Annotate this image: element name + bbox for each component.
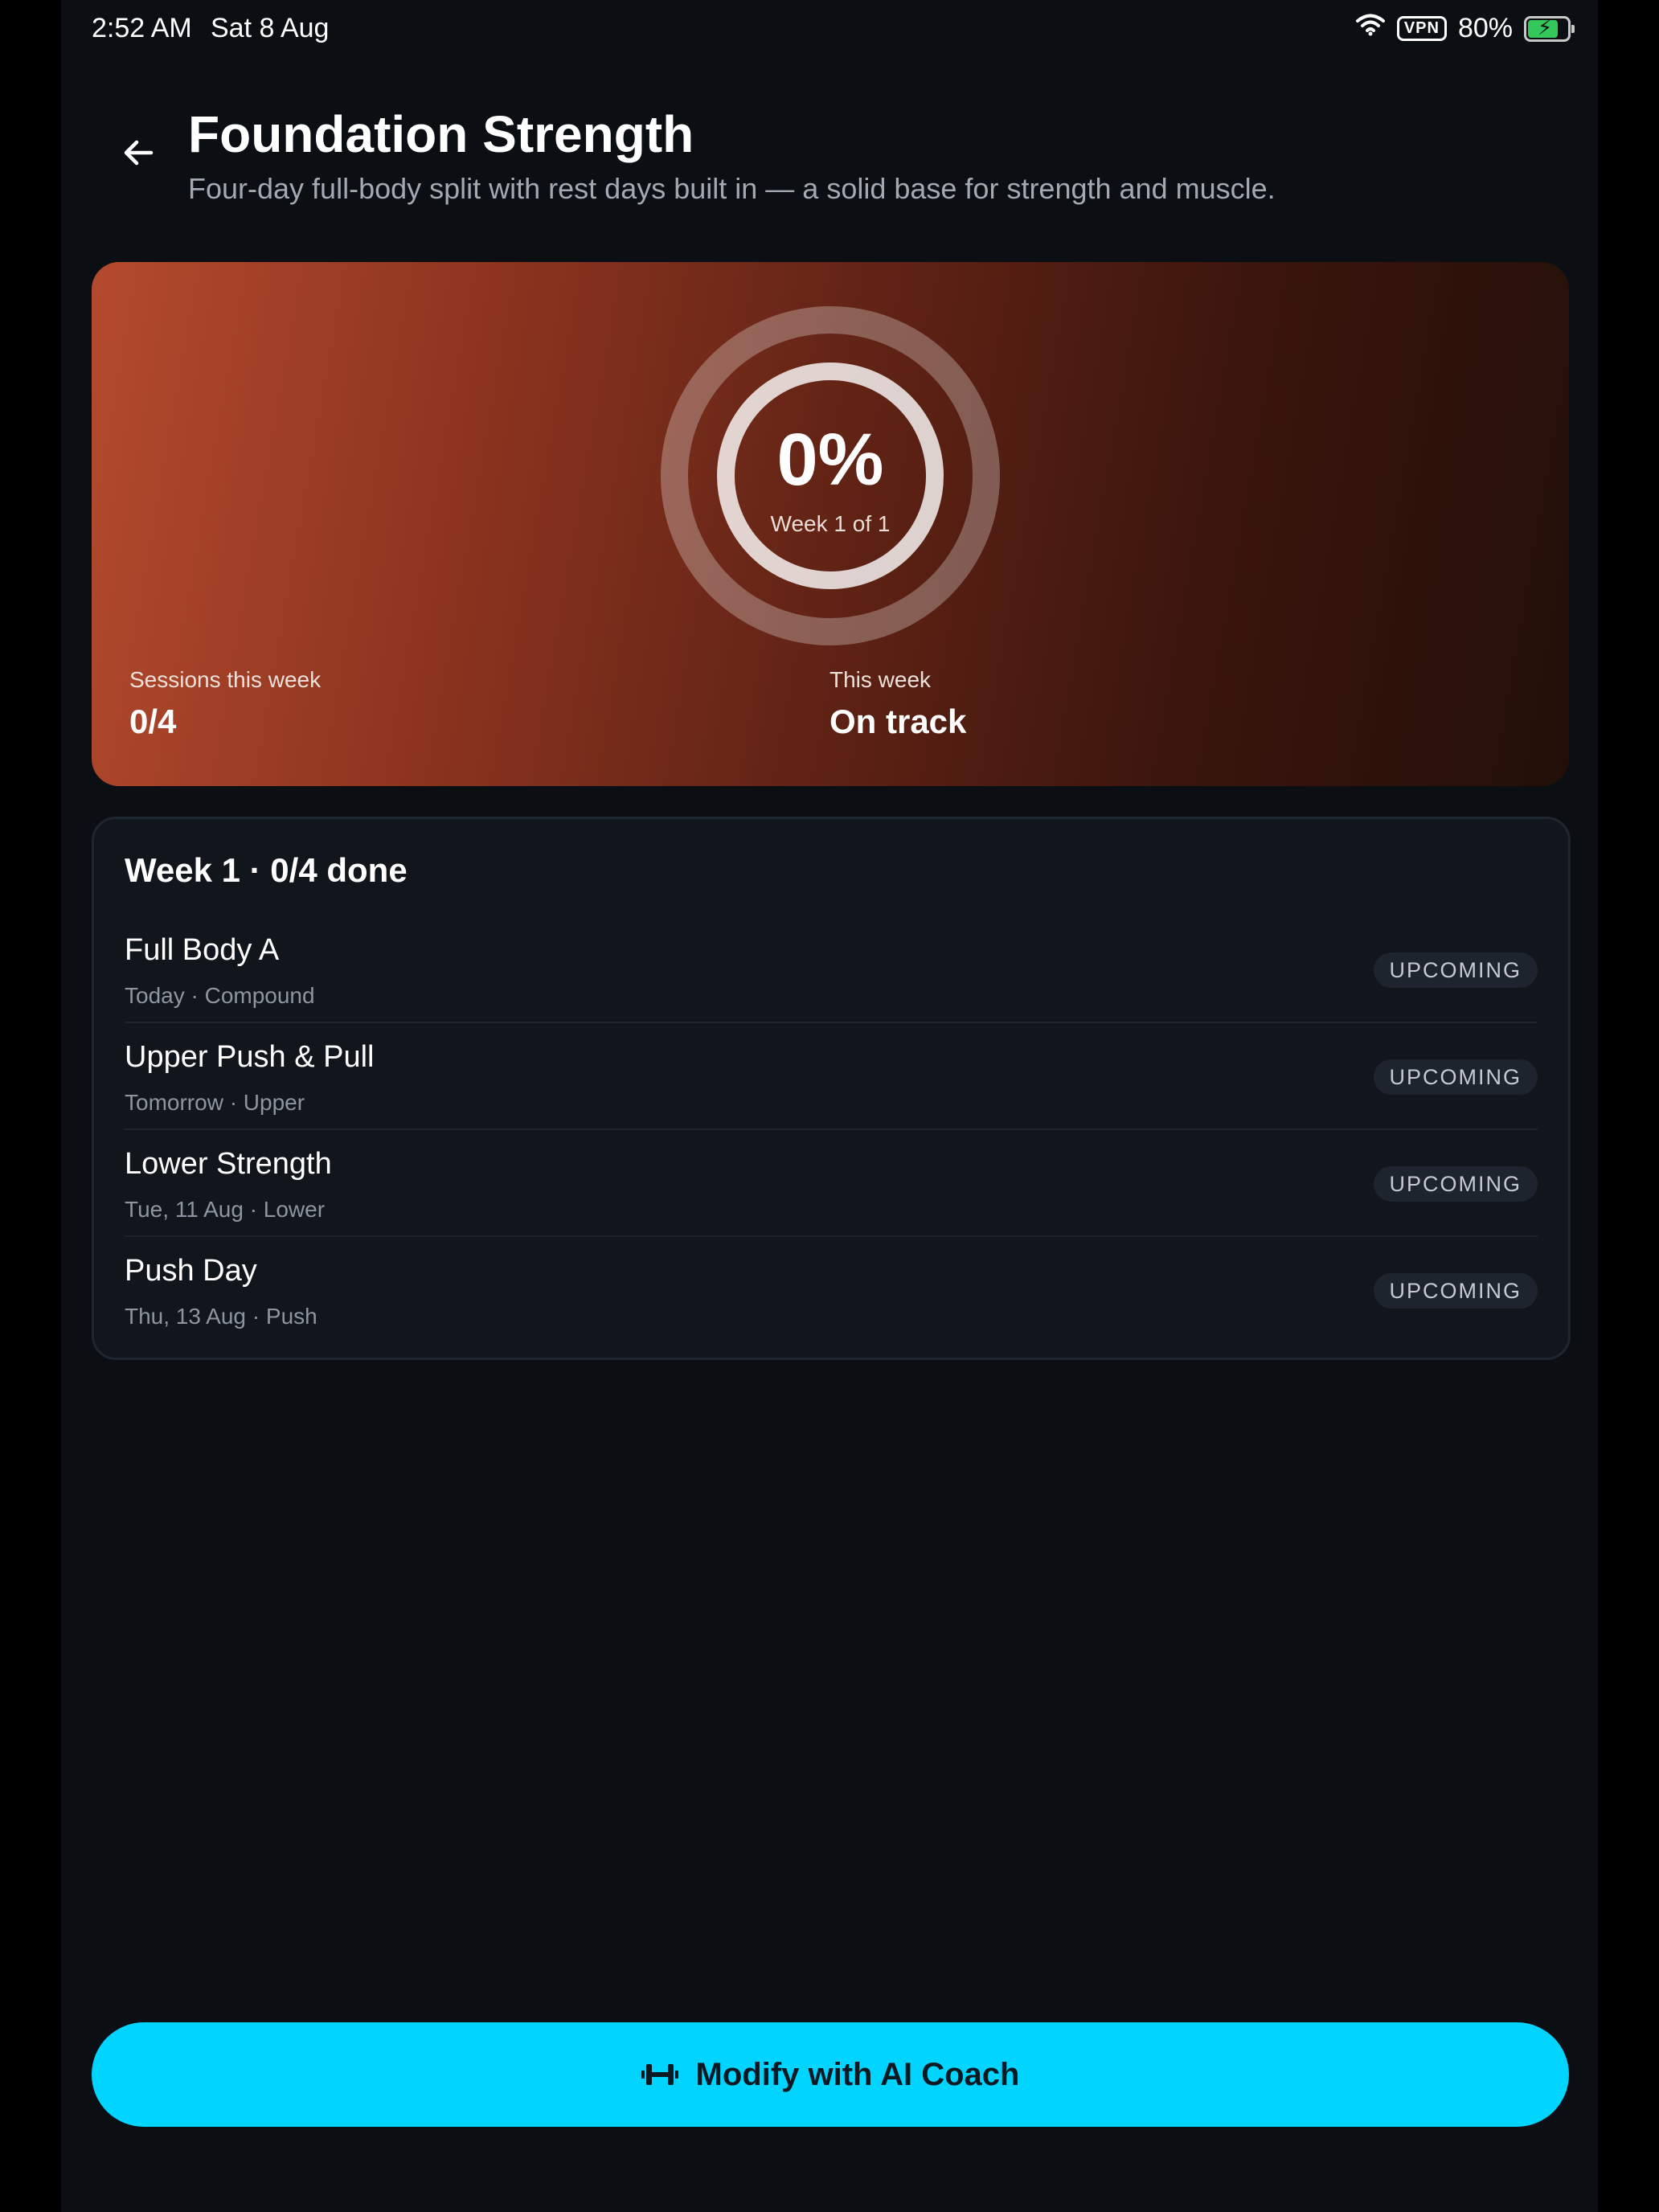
sessions-label: Sessions this week [129, 667, 322, 692]
progress-ring: 0% Week 1 of 1 [660, 305, 1001, 646]
status-badge: UPCOMING [1373, 952, 1538, 988]
session-row-upper-push-pull[interactable]: Upper Push & Pull Tomorrow · Upper UPCOM… [125, 1024, 1538, 1130]
session-row-push-day[interactable]: Push Day Thu, 13 Aug · Push UPCOMING [125, 1238, 1538, 1344]
back-button[interactable] [106, 121, 170, 185]
dumbbell-icon [641, 2064, 678, 2085]
status-badge: UPCOMING [1373, 1166, 1538, 1202]
status-label: This week [830, 667, 932, 692]
session-row-lower-strength[interactable]: Lower Strength Tue, 11 Aug · Lower UPCOM… [125, 1131, 1538, 1237]
session-name: Full Body A [125, 933, 280, 967]
status-value: On track [830, 703, 967, 740]
row-divider [125, 1235, 1538, 1237]
sessions-value: 0/4 [129, 703, 177, 740]
status-date: Sat 8 Aug [211, 13, 330, 43]
row-divider [125, 1129, 1538, 1130]
wifi-icon [1355, 13, 1386, 44]
status-badge: UPCOMING [1373, 1273, 1538, 1309]
battery-charging-icon: ⚡ [1524, 14, 1575, 42]
status-bar: 2:52 AM Sat 8 Aug VPN 80% ⚡ [61, 0, 1598, 58]
session-name: Push Day [125, 1254, 257, 1288]
battery-percent: 80% [1457, 13, 1513, 43]
session-meta: Thu, 13 Aug · Push [125, 1304, 317, 1329]
progress-percent: 0% [776, 419, 884, 501]
session-meta: Today · Compound [125, 983, 315, 1008]
session-meta: Tue, 11 Aug · Lower [125, 1197, 326, 1222]
week-card: Week 1 · 0/4 done Full Body A Today · Co… [92, 817, 1571, 1360]
battery-nub [1571, 24, 1575, 33]
status-time: 2:52 AM [92, 13, 192, 43]
vpn-badge: VPN [1396, 16, 1447, 41]
week-title: Week 1 · 0/4 done [125, 851, 408, 889]
progress-hero-card: 0% Week 1 of 1 Sessions this week 0/4 Th… [92, 262, 1569, 786]
progress-week-label: Week 1 of 1 [770, 511, 891, 536]
session-row-full-body-a[interactable]: Full Body A Today · Compound UPCOMING [125, 917, 1538, 1023]
status-indicators: VPN 80% ⚡ [1355, 13, 1575, 44]
page-title: Foundation Strength [188, 105, 694, 163]
cta-label: Modify with AI Coach [695, 2056, 1020, 2092]
session-name: Lower Strength [125, 1147, 332, 1181]
arrow-left-icon [124, 140, 154, 166]
modify-with-ai-coach-button[interactable]: Modify with AI Coach [92, 2022, 1569, 2127]
session-name: Upper Push & Pull [125, 1040, 375, 1074]
session-meta: Tomorrow · Upper [125, 1090, 305, 1115]
row-divider [125, 1022, 1538, 1023]
status-badge: UPCOMING [1373, 1059, 1538, 1095]
bolt-icon: ⚡ [1538, 14, 1553, 39]
app-screen: 2:52 AM Sat 8 Aug VPN 80% ⚡ Foundation S… [61, 0, 1598, 2212]
page-subtitle: Four-day full-body split with rest days … [188, 172, 1276, 205]
